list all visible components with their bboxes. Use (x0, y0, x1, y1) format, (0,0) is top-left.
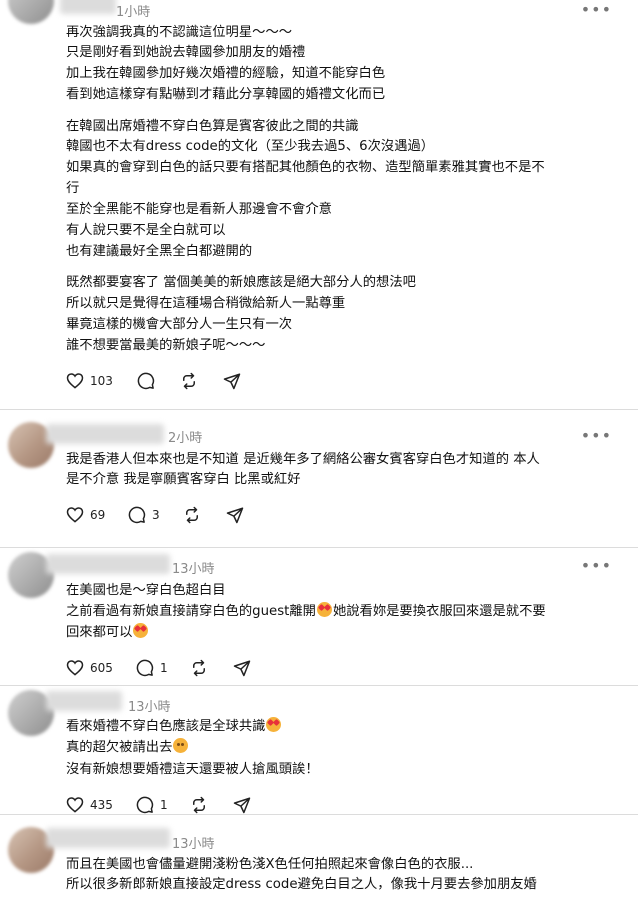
repost-button[interactable] (183, 506, 201, 524)
post-text-line: 回來都可以 (66, 623, 149, 643)
repost-icon (183, 372, 195, 390)
post-text-line: 真的超欠被請出去 (66, 738, 189, 758)
heart-eyes-emoji-icon (133, 623, 149, 638)
post-text-line: 是不介意 我是寧願賓客穿白 比黑或紅好 (66, 472, 301, 487)
post-text-line: 也有建議最好全黑全白都避開的 (66, 244, 253, 259)
like-count: 435 (90, 797, 113, 812)
post-text-line: 畢竟這樣的機會大部分人一生只有一次 (66, 317, 293, 332)
repost-icon (186, 506, 198, 524)
comment-button[interactable]: 1 (136, 659, 168, 677)
post-text-line: 在美國也是～穿白色超白目 (66, 583, 226, 598)
avatar[interactable] (8, 0, 54, 24)
post-text-line: 加上我在韓國參加好幾次婚禮的經驗，知道不能穿白色 (66, 66, 386, 81)
post-text-line: 看到她這樣穿有點嚇到才藉此分享韓國的婚禮文化而已 (66, 87, 386, 102)
post-4: 13小時 看來婚禮不穿白色應該是全球共識 真的超欠被請出去 沒有新娘想要婚禮這天… (0, 686, 638, 814)
send-icon (233, 797, 251, 814)
send-icon (233, 660, 251, 677)
send-icon (226, 507, 244, 524)
post-text-line: 行 (66, 181, 80, 196)
more-options-icon[interactable]: ••• (581, 0, 612, 19)
timestamp: 1小時 (116, 5, 151, 20)
post-text-line: 既然都要宴客了 當個美美的新娘應該是絕大部分人的想法吧 (66, 275, 416, 290)
post-text-line: 沒有新娘想要婚禮這天還要被人搶風頭誒！ (66, 762, 319, 777)
comment-count: 1 (160, 661, 168, 675)
post-1: 1小時 ••• 再次強調我真的不認識這位明星～～～ 只是剛好看到她說去韓國參加朋… (0, 0, 638, 408)
post-text-line: 之前看過有新娘直接請穿白色的guest離開 她說看妳是要換衣服回來還是就不要 (66, 602, 546, 619)
post-text-line: 有人說只要不是全白就可以 (66, 223, 226, 238)
more-options-icon[interactable]: ••• (581, 556, 612, 575)
post-5: 13小時 而且在美國也會儘量避開淺粉色淺X色任何拍照起來會像白色的衣服... 所… (0, 815, 638, 902)
username-blurred[interactable] (60, 0, 116, 14)
more-options-icon[interactable]: ••• (581, 426, 612, 445)
username-blurred[interactable] (46, 828, 170, 848)
comment-icon (136, 796, 154, 814)
post-text-line: 只是剛好看到她說去韓國參加朋友的婚禮 (66, 45, 306, 60)
like-button[interactable]: 69 (66, 506, 105, 523)
like-count: 69 (90, 507, 106, 522)
like-count: 605 (90, 660, 113, 675)
repost-icon (193, 659, 205, 677)
like-count: 103 (90, 373, 113, 388)
timestamp: 13小時 (128, 700, 171, 715)
repost-button[interactable] (180, 372, 198, 390)
like-button[interactable]: 605 (66, 659, 113, 676)
heart-eyes-emoji-icon (316, 602, 332, 617)
share-button[interactable] (233, 796, 251, 814)
comment-button[interactable]: 3 (128, 506, 160, 524)
post-text-line: 如果真的會穿到白色的話只要有搭配其他顏色的衣物、造型簡單素雅其實也不是不 (66, 160, 545, 175)
comment-icon (137, 372, 155, 390)
post-text-line: 在韓國出席婚禮不穿白色算是賓客彼此之間的共識 (66, 119, 359, 134)
timestamp: 2小時 (168, 431, 203, 446)
comment-count: 3 (152, 508, 160, 522)
username-blurred[interactable] (46, 554, 170, 574)
timestamp: 13小時 (172, 837, 215, 852)
repost-icon (193, 796, 205, 814)
comment-icon (128, 506, 146, 524)
heart-icon (66, 797, 84, 813)
like-button[interactable]: 103 (66, 372, 113, 389)
post-3: 13小時 ••• 在美國也是～穿白色超白目 之前看過有新娘直接請穿白色的gues… (0, 548, 638, 685)
smiling-emoji-icon (173, 738, 189, 753)
post-2: 2小時 ••• 我是香港人但本來也是不知道 是近幾年多了網絡公審女賓客穿白色才知… (0, 410, 638, 547)
post-text-line: 韓國也不太有dress code的文化（至少我去過5、6次沒遇過） (66, 139, 435, 154)
send-icon (223, 373, 241, 390)
comment-button[interactable] (137, 372, 155, 390)
heart-icon (66, 373, 84, 389)
heart-icon (66, 507, 84, 523)
post-text-line: 誰不想要當最美的新娘子呢～～～ (66, 338, 266, 353)
heart-icon (66, 660, 84, 676)
timestamp: 13小時 (172, 562, 215, 577)
like-button[interactable]: 435 (66, 796, 113, 813)
heart-eyes-emoji-icon (266, 717, 282, 732)
repost-button[interactable] (190, 659, 208, 677)
post-text-line: 所以就只是覺得在這種場合稍微給新人一點尊重 (66, 296, 346, 311)
comment-count: 1 (160, 798, 168, 812)
comment-button[interactable]: 1 (136, 796, 168, 814)
repost-button[interactable] (190, 796, 208, 814)
post-text-line: 我是香港人但本來也是不知道 是近幾年多了網絡公審女賓客穿白色才知道的 本人 (66, 452, 540, 467)
share-button[interactable] (223, 372, 241, 390)
username-blurred[interactable] (46, 691, 122, 711)
post-text-line: 看來婚禮不穿白色應該是全球共識 (66, 717, 282, 737)
post-text-line: 而且在美國也會儘量避開淺粉色淺X色任何拍照起來會像白色的衣服... (66, 857, 474, 872)
comment-icon (136, 659, 154, 677)
share-button[interactable] (226, 506, 244, 524)
username-blurred[interactable] (46, 424, 164, 444)
post-text-line: 至於全黑能不能穿也是看新人那邊會不會介意 (66, 202, 332, 217)
post-text-line: 再次強調我真的不認識這位明星～～～ (66, 25, 293, 40)
share-button[interactable] (233, 659, 251, 677)
post-text-line: 所以很多新郎新娘直接設定dress code避免白目之人，像我十月要去參加朋友婚 (66, 877, 537, 892)
